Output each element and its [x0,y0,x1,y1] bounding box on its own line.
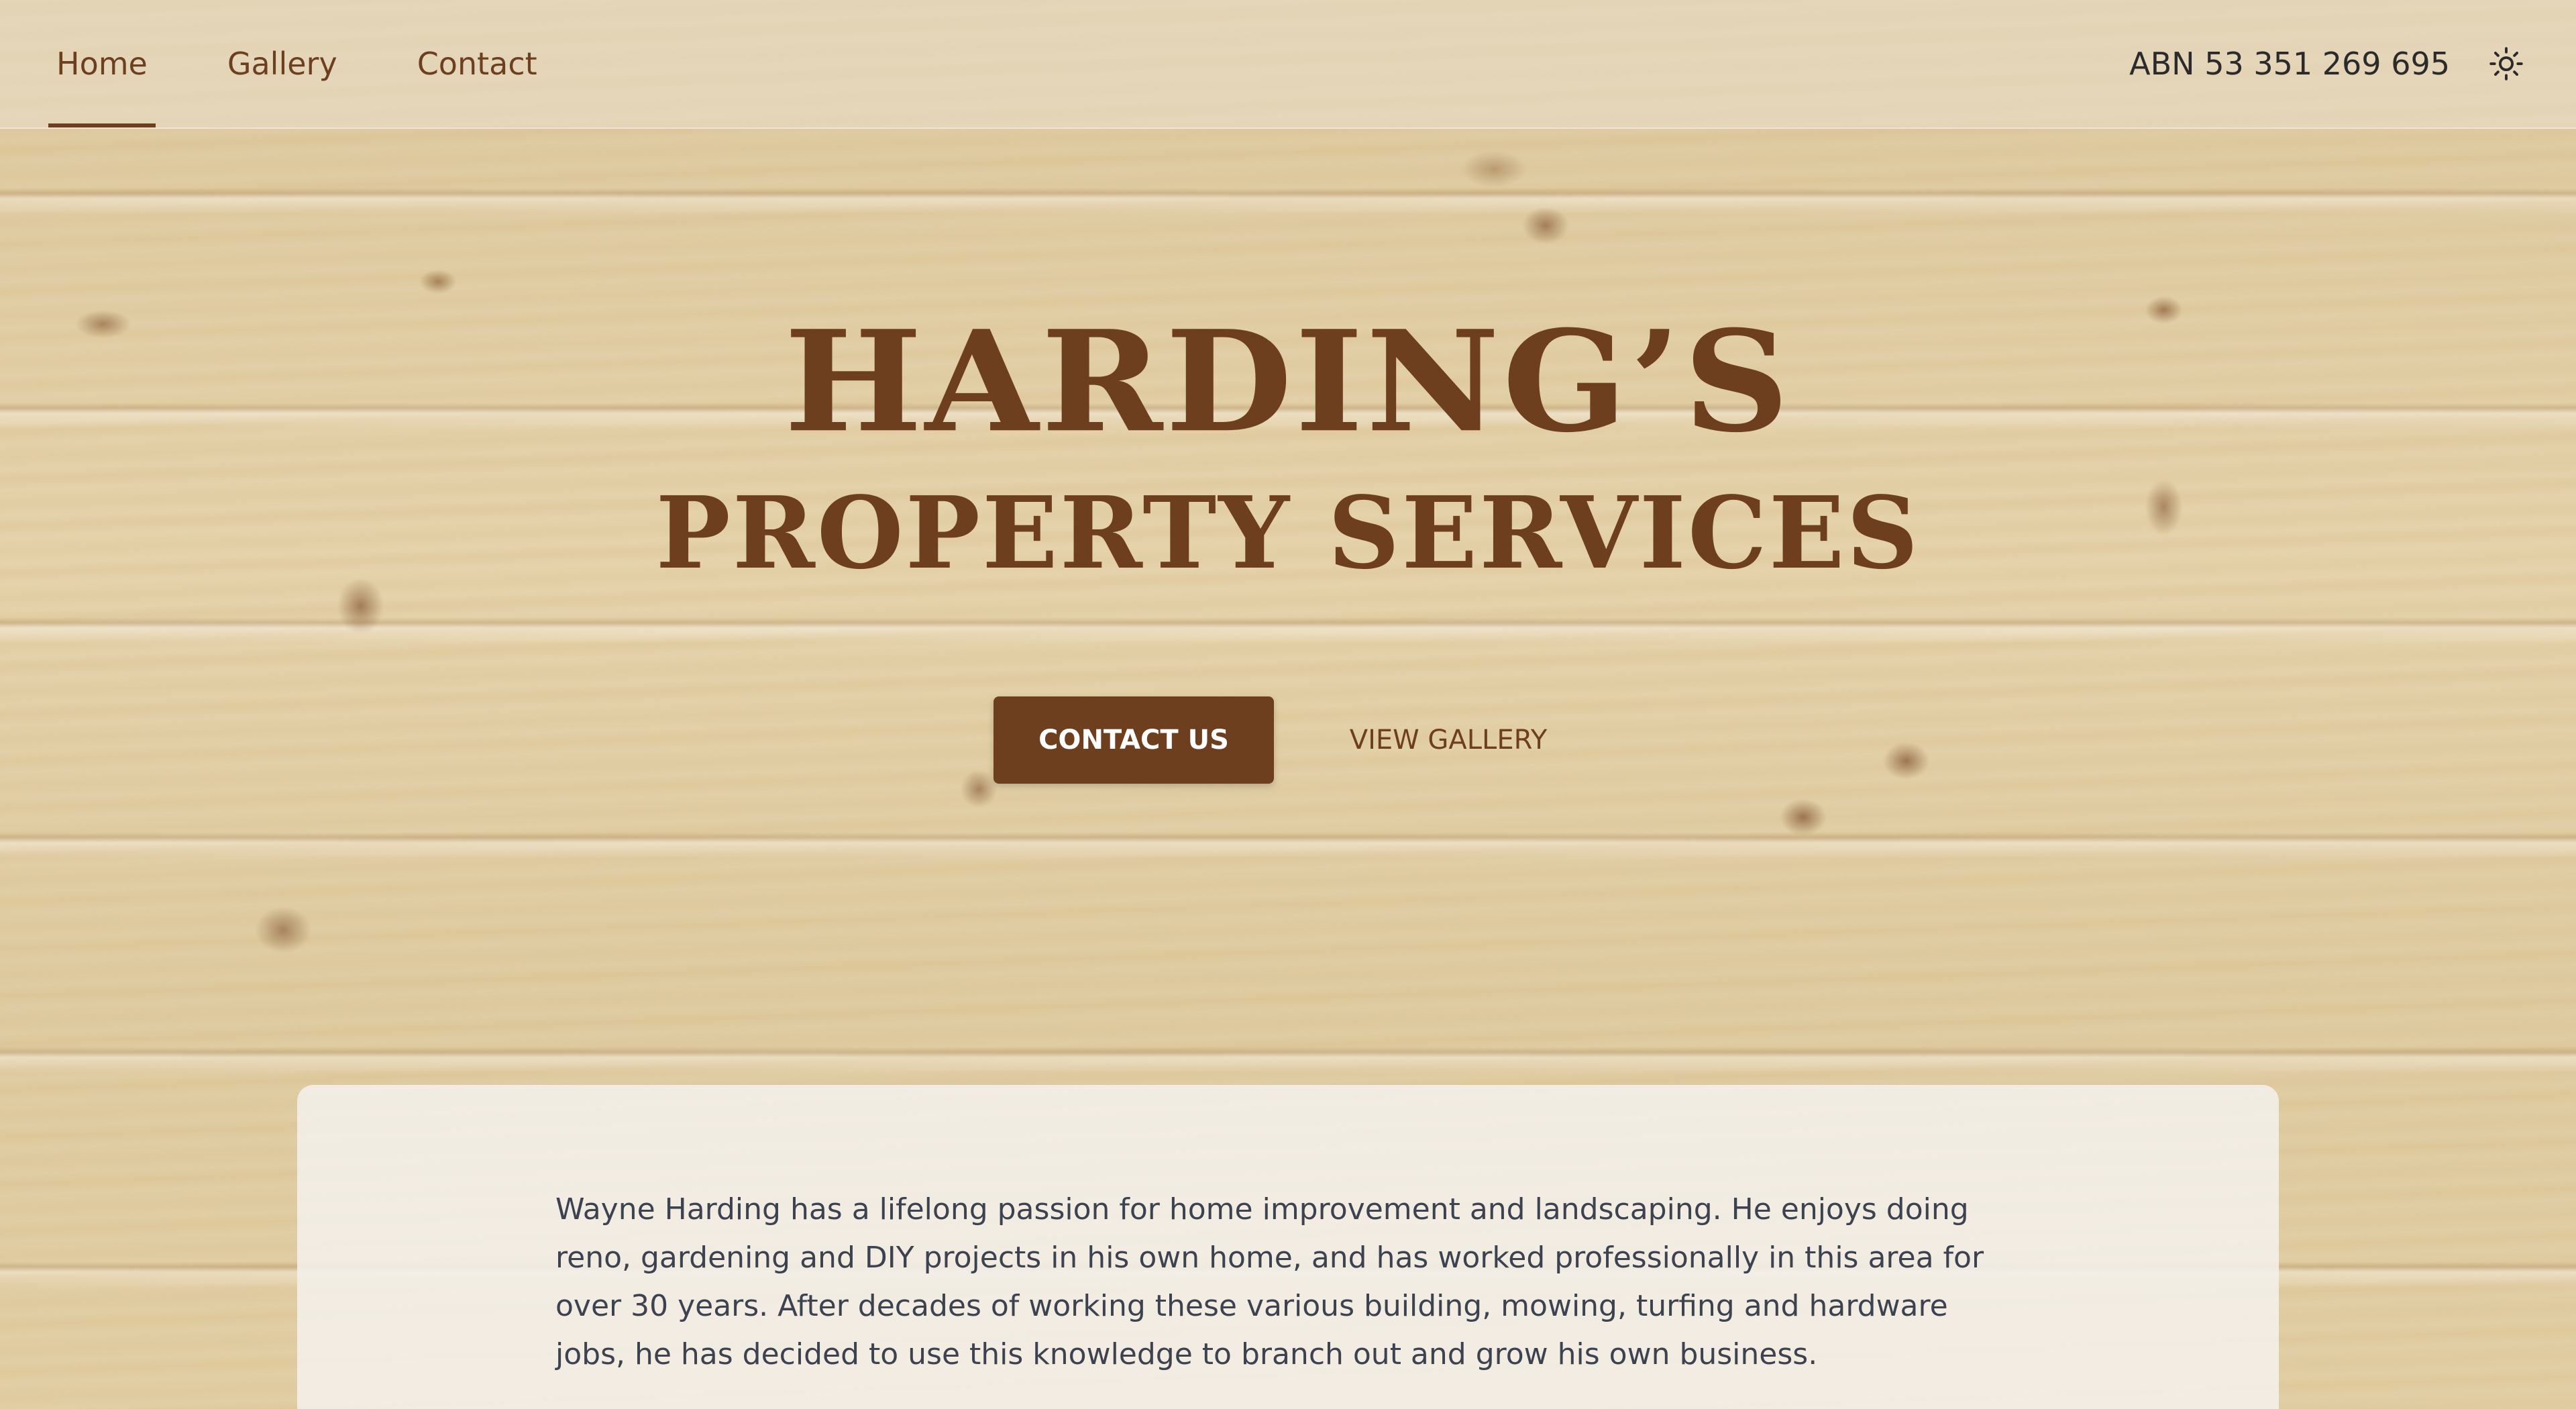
nav-link-contact[interactable]: Contact [409,0,545,127]
about-card: Wayne Harding has a lifelong passion for… [297,1085,2279,1409]
view-gallery-button[interactable]: VIEW GALLERY [1314,696,1582,784]
sun-icon [2489,47,2523,81]
theme-toggle-button[interactable] [2485,42,2528,85]
nav-links: Home Gallery Contact [48,0,609,127]
hero-actions: CONTACT US VIEW GALLERY [0,696,2576,784]
nav-right: ABN 53 351 269 695 [2129,0,2528,127]
contact-us-button[interactable]: CONTACT US [994,696,1274,784]
hero-section: HARDING’S PROPERTY SERVICES CONTACT US V… [0,309,2576,784]
nav-link-gallery[interactable]: Gallery [219,0,345,127]
top-navbar: Home Gallery Contact ABN 53 351 269 695 [0,0,2576,129]
about-text: Wayne Harding has a lifelong passion for… [555,1192,1984,1371]
abn-number: ABN 53 351 269 695 [2129,46,2450,82]
hero-title: HARDING’S [784,300,1792,464]
hero-subtitle: PROPERTY SERVICES [655,474,1921,591]
nav-link-home[interactable]: Home [48,0,156,127]
